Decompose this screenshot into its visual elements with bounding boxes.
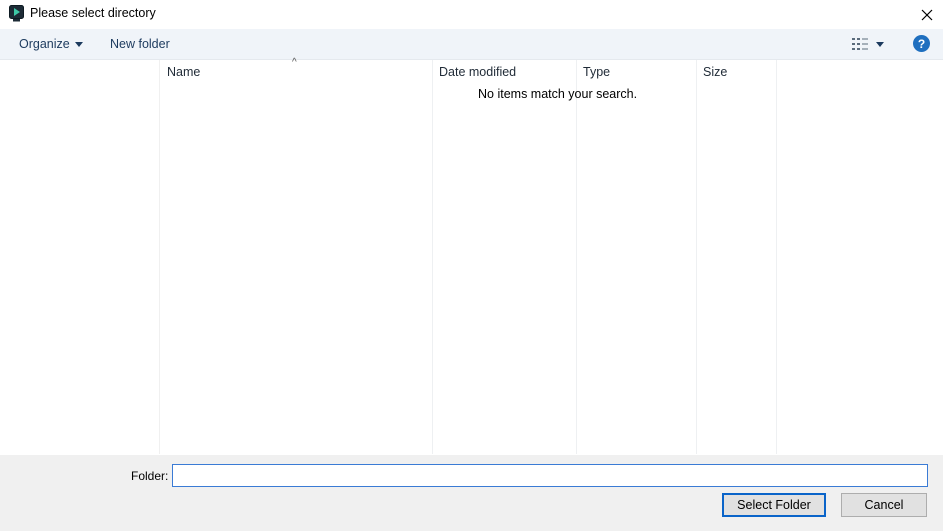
column-header-size[interactable]: Size xyxy=(696,60,776,84)
app-icon xyxy=(9,5,24,22)
column-header-date-modified[interactable]: Date modified xyxy=(432,60,576,84)
file-list[interactable]: Name ^ Date modified Type Size No items … xyxy=(160,57,943,454)
toolbar: Organize New folder xyxy=(0,29,943,60)
window-title: Please select directory xyxy=(30,6,156,20)
help-icon: ? xyxy=(917,36,926,51)
empty-list-message: No items match your search. xyxy=(478,87,638,101)
column-divider[interactable] xyxy=(432,60,433,454)
dialog-footer: Folder: Select Folder Cancel xyxy=(0,455,943,531)
column-label: Type xyxy=(583,65,611,79)
close-icon xyxy=(921,9,932,20)
column-divider[interactable] xyxy=(776,60,777,454)
change-view-button[interactable] xyxy=(846,29,890,59)
organize-label: Organize xyxy=(19,37,70,51)
column-header-type[interactable]: Type xyxy=(576,60,696,84)
column-label: Size xyxy=(703,65,728,79)
new-folder-button[interactable]: New folder xyxy=(102,29,178,59)
column-label: Date modified xyxy=(439,65,517,79)
column-label: Name xyxy=(167,65,201,79)
organize-button[interactable]: Organize xyxy=(11,29,91,59)
chevron-down-icon xyxy=(876,41,884,47)
folder-input[interactable] xyxy=(172,464,928,487)
title-bar: Please select directory xyxy=(0,0,943,29)
sort-ascending-icon: ^ xyxy=(292,57,297,68)
help-button[interactable]: ? xyxy=(913,35,930,52)
select-folder-button[interactable]: Select Folder xyxy=(722,493,826,517)
navigation-pane[interactable] xyxy=(0,60,160,454)
chevron-down-icon xyxy=(74,41,83,47)
details-view-icon xyxy=(852,38,868,50)
folder-label: Folder: xyxy=(131,469,169,483)
new-folder-label: New folder xyxy=(110,37,170,51)
close-button[interactable] xyxy=(910,0,943,29)
cancel-button[interactable]: Cancel xyxy=(841,493,927,517)
column-divider[interactable] xyxy=(576,60,577,454)
column-divider[interactable] xyxy=(696,60,697,454)
